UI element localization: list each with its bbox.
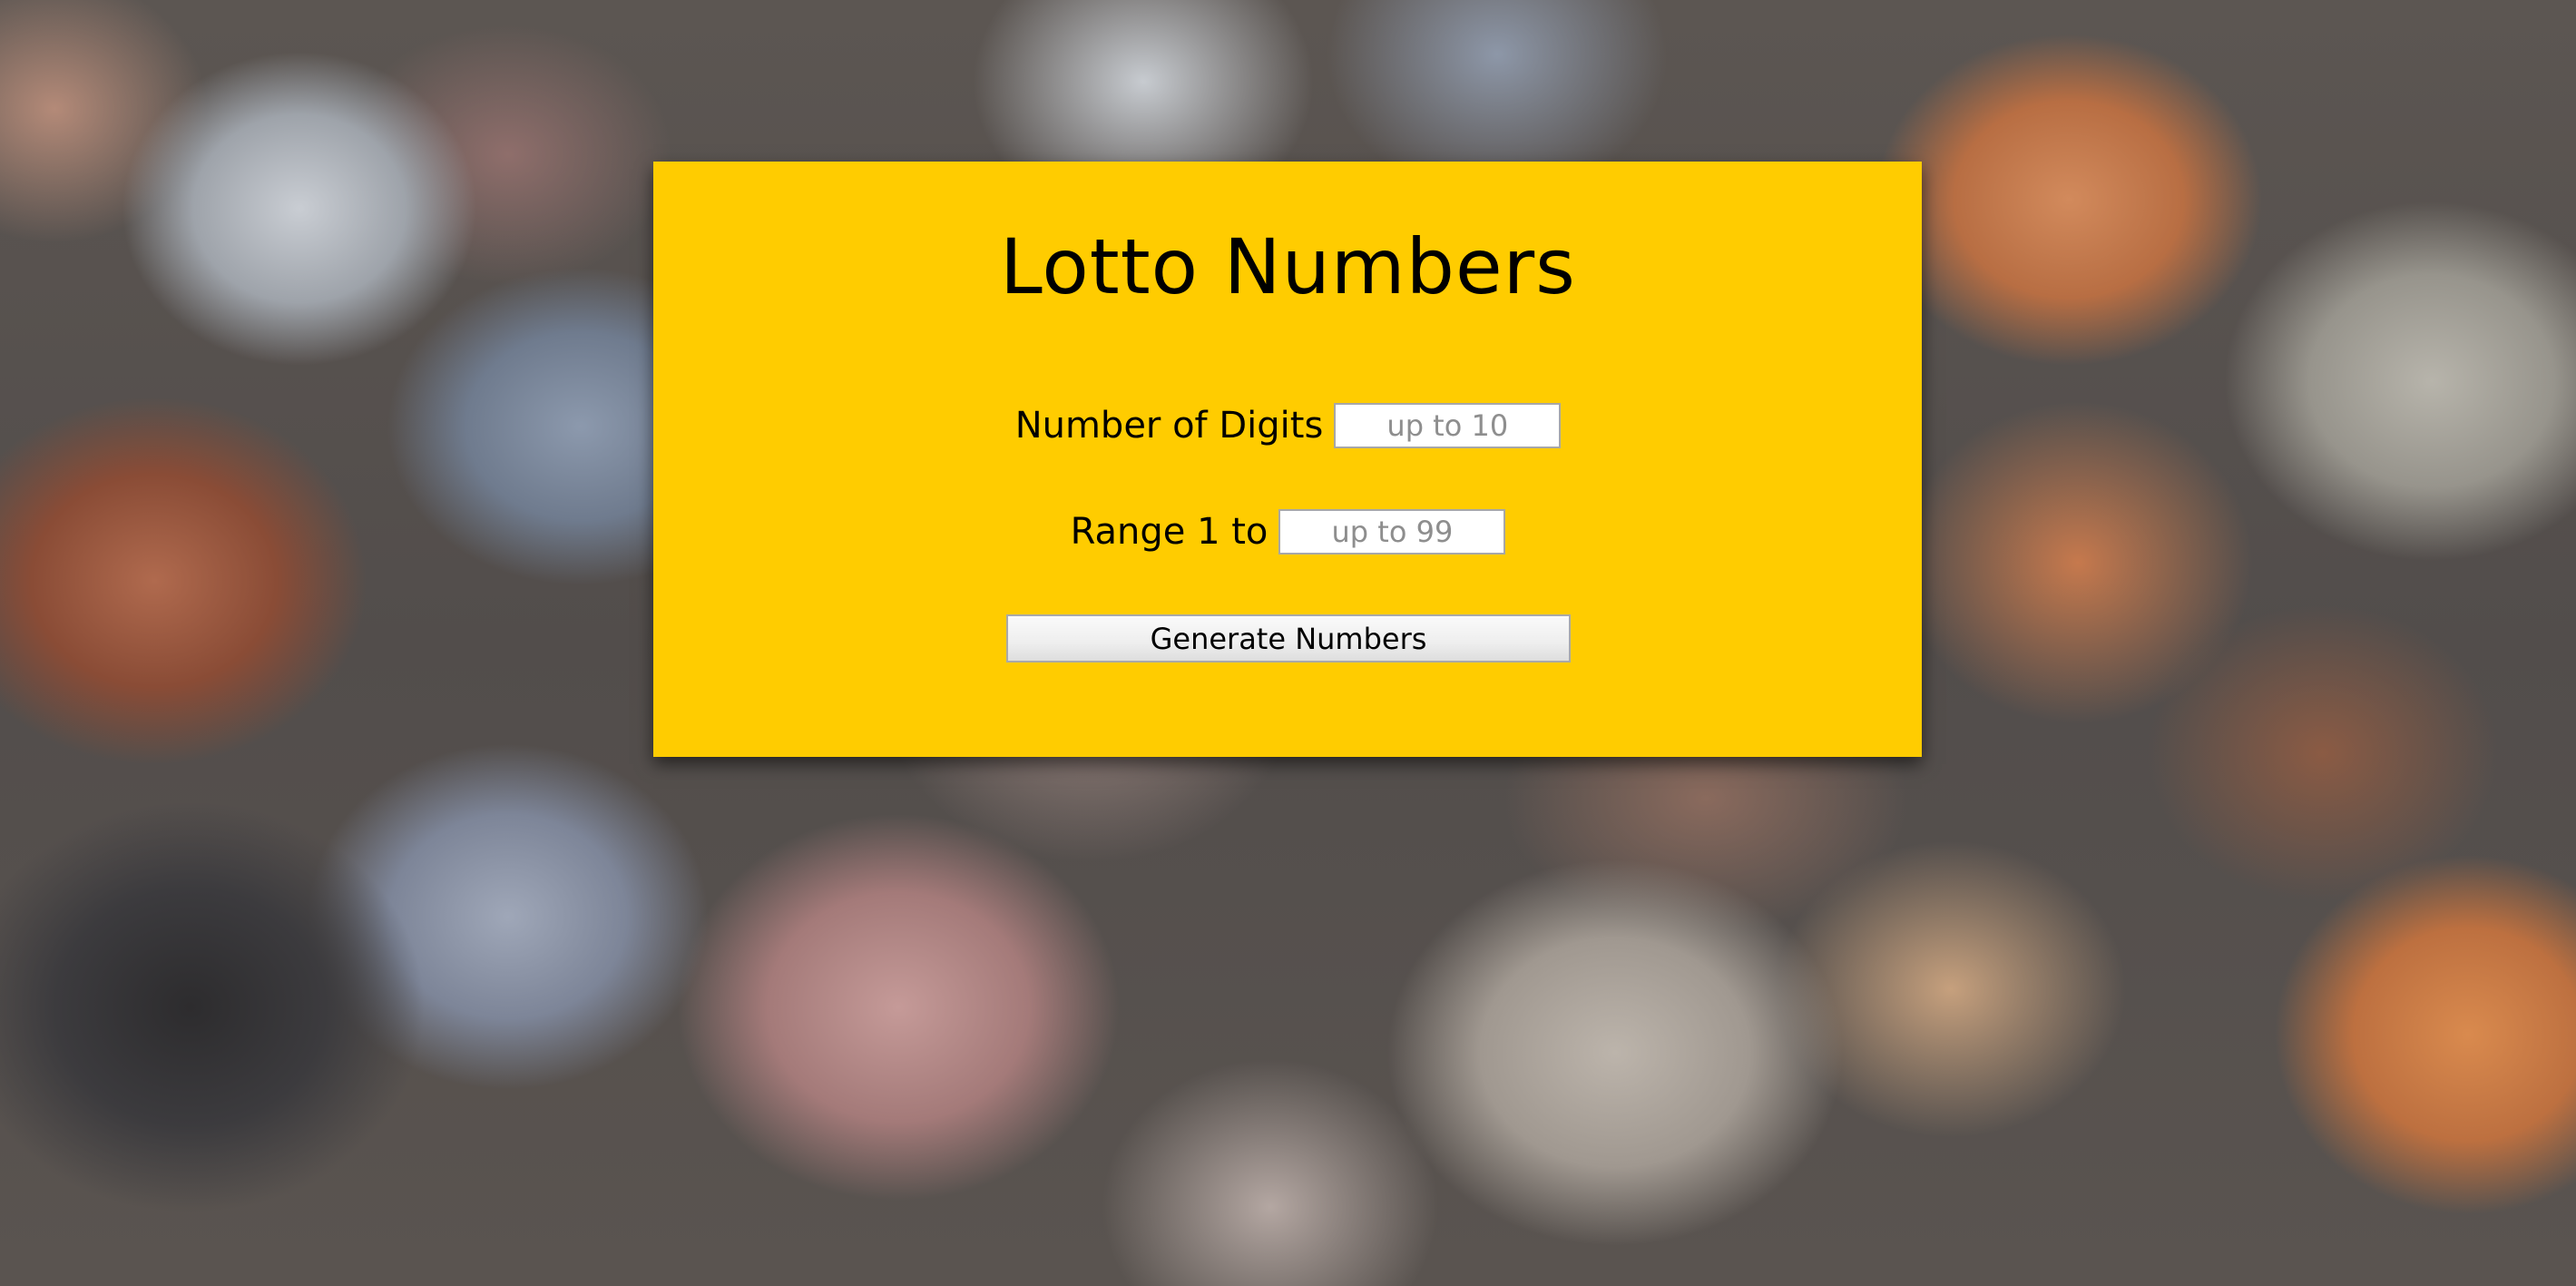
digits-row: Number of Digits [0, 402, 2576, 449]
generate-numbers-button[interactable]: Generate Numbers [1006, 614, 1571, 663]
range-row: Range 1 to [0, 508, 2576, 555]
page-title: Lotto Numbers [1000, 222, 1576, 311]
range-label: Range 1 to [1070, 511, 1268, 553]
digits-input[interactable] [1334, 403, 1562, 448]
digits-label: Number of Digits [1014, 405, 1324, 447]
range-input[interactable] [1278, 509, 1506, 555]
